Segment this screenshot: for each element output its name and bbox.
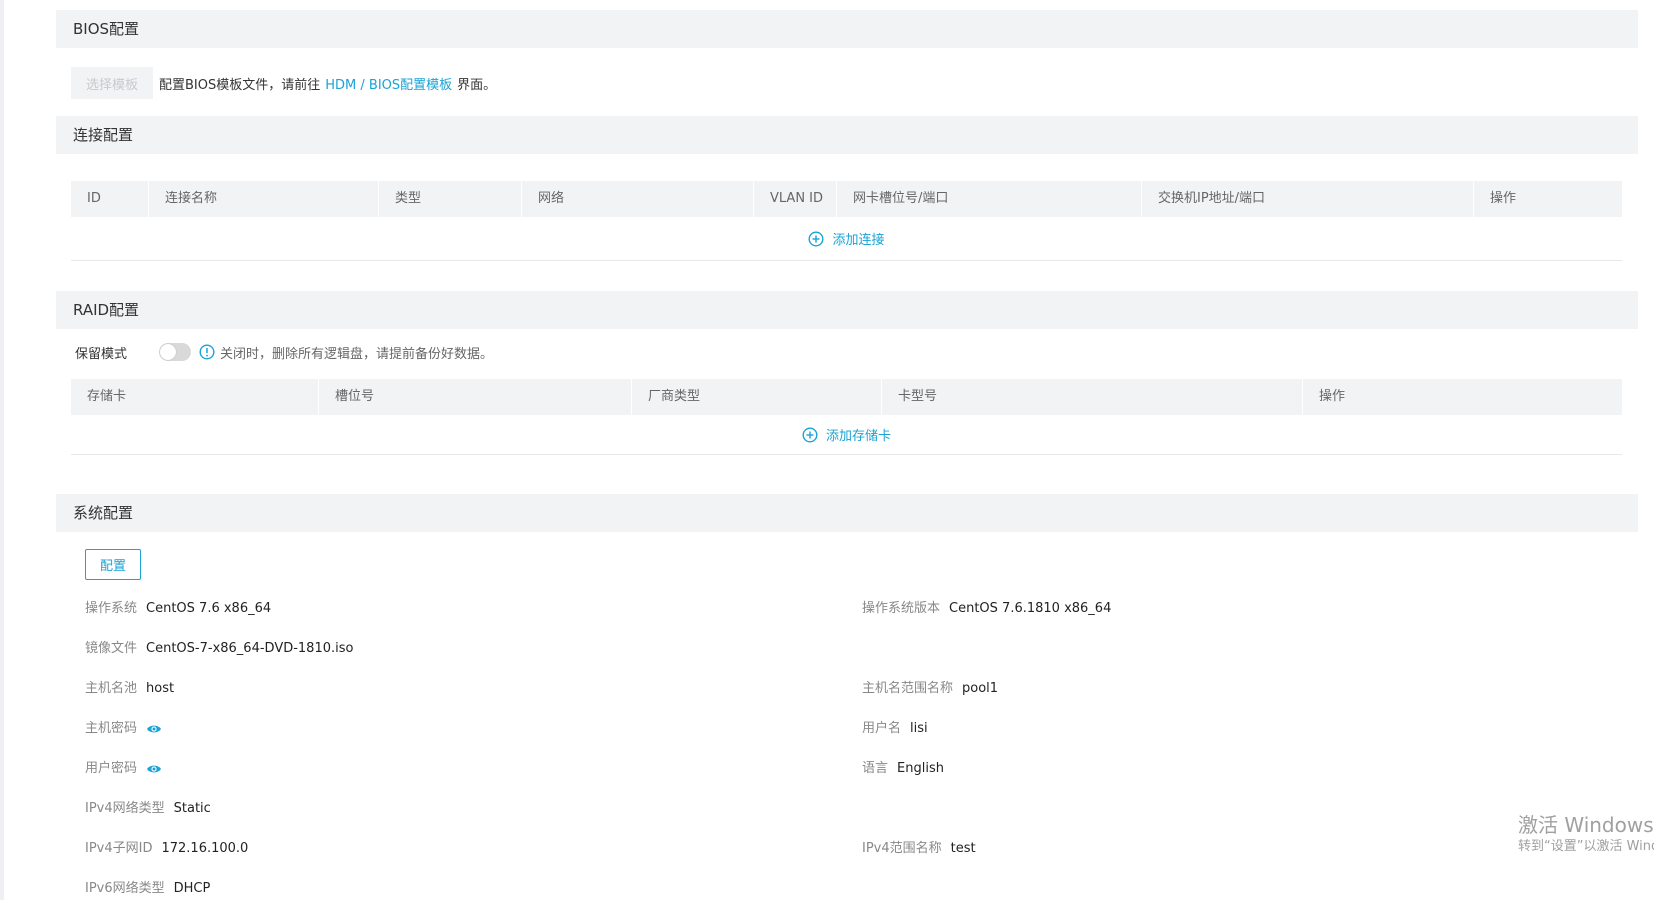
host-pool-field: 主机名池 host — [85, 679, 174, 699]
system-section-header: 系统配置 — [56, 494, 1638, 532]
language-field: 语言 English — [862, 759, 944, 779]
ipv4-subnet-value: 172.16.100.0 — [161, 841, 249, 856]
add-connection-button[interactable]: 添加连接 — [808, 229, 885, 248]
connection-col-switch: 交换机IP地址/端口 — [1142, 181, 1474, 217]
bios-section-title: BIOS配置 — [73, 20, 140, 38]
add-storage-card-label: 添加存储卡 — [825, 429, 891, 444]
retain-mode-label: 保留模式 — [75, 346, 128, 362]
connection-col-action: 操作 — [1490, 191, 1517, 206]
ipv4-range-value: test — [950, 841, 976, 856]
left-rail — [0, 0, 4, 900]
image-label: 镜像文件 — [85, 641, 138, 656]
retain-mode-hint: 关闭时，删除所有逻辑盘，请提前备份好数据。 — [220, 346, 494, 362]
system-section-title: 系统配置 — [73, 504, 134, 522]
bios-text-after: 界面。 — [457, 77, 497, 93]
ipv4-type-value: Static — [173, 801, 211, 816]
add-storage-card-button[interactable]: 添加存储卡 — [802, 425, 891, 444]
info-icon — [199, 344, 215, 360]
bios-section-header: BIOS配置 — [56, 10, 1638, 48]
config-button[interactable]: 配置 — [85, 549, 141, 580]
add-connection-label: 添加连接 — [832, 233, 885, 248]
language-value: English — [897, 761, 944, 776]
user-password-field: 用户密码 — [85, 759, 162, 779]
bios-text-before: 配置BIOS模板文件，请前往 — [159, 77, 321, 93]
connection-col-name: 连接名称 — [149, 181, 379, 217]
plus-circle-icon — [802, 426, 818, 443]
connection-table-header: ID 连接名称 类型 网络 VLAN ID 网卡槽位号/端口 交换机IP地址/端… — [71, 181, 1622, 217]
raid-section-header: RAID配置 — [56, 291, 1638, 329]
raid-section-title: RAID配置 — [73, 301, 140, 319]
os-version-label: 操作系统版本 — [862, 601, 941, 616]
connection-col-nic: 网卡槽位号/端口 — [837, 181, 1142, 217]
windows-activation-watermark: 激活 Windows 转到“设置”以激活 Windows。 — [1518, 812, 1654, 856]
username-label: 用户名 — [862, 721, 902, 736]
connection-section-title: 连接配置 — [73, 126, 134, 144]
connection-col-vlan: VLAN ID — [754, 181, 837, 217]
page: BIOS配置 选择模板 配置BIOS模板文件，请前往 HDM / BIOS配置模… — [0, 0, 1654, 900]
watermark-line2: 转到“设置”以激活 Windows。 — [1518, 839, 1654, 854]
raid-table-body: 添加存储卡 — [71, 415, 1622, 455]
connection-section-header: 连接配置 — [56, 116, 1638, 154]
ipv6-type-value: DHCP — [173, 881, 211, 896]
ipv6-type-label: IPv6网络类型 — [85, 881, 165, 896]
username-field: 用户名 lisi — [862, 719, 928, 739]
ipv6-type-field: IPv6网络类型 DHCP — [85, 879, 210, 899]
language-label: 语言 — [862, 761, 889, 776]
host-pool-value: host — [146, 681, 175, 696]
host-password-field: 主机密码 — [85, 719, 162, 739]
os-field: 操作系统 CentOS 7.6 x86_64 — [85, 599, 271, 619]
ipv4-range-field: IPv4范围名称 test — [862, 839, 976, 859]
raid-col-action: 操作 — [1319, 389, 1346, 404]
os-value: CentOS 7.6 x86_64 — [146, 601, 272, 616]
connection-table: ID 连接名称 类型 网络 VLAN ID 网卡槽位号/端口 交换机IP地址/端… — [71, 181, 1622, 261]
ipv4-type-label: IPv4网络类型 — [85, 801, 165, 816]
retain-mode-toggle[interactable] — [159, 343, 192, 361]
ipv4-range-label: IPv4范围名称 — [862, 841, 942, 856]
connection-col-id: ID — [71, 181, 149, 217]
toggle-knob — [160, 344, 177, 360]
raid-col-slot: 槽位号 — [319, 379, 632, 415]
raid-col-vendor: 厂商类型 — [632, 379, 882, 415]
host-range-value: pool1 — [962, 681, 999, 696]
ipv4-type-field: IPv4网络类型 Static — [85, 799, 211, 819]
username-value: lisi — [910, 721, 928, 736]
bios-template-link[interactable]: HDM / BIOS配置模板 — [325, 74, 452, 93]
image-value: CentOS-7-x86_64-DVD-1810.iso — [146, 641, 354, 656]
watermark-line1: 激活 Windows — [1518, 813, 1654, 837]
raid-col-model: 卡型号 — [882, 379, 1303, 415]
os-label: 操作系统 — [85, 601, 138, 616]
eye-icon[interactable] — [146, 763, 162, 775]
connection-table-body: 添加连接 — [71, 217, 1622, 261]
raid-table: 存储卡 槽位号 厂商类型 卡型号 操作 添加存储卡 — [71, 379, 1622, 455]
bios-row: 选择模板 配置BIOS模板文件，请前往 HDM / BIOS配置模板 界面。 — [71, 67, 496, 99]
user-password-label: 用户密码 — [85, 761, 138, 776]
os-version-value: CentOS 7.6.1810 x86_64 — [949, 601, 1112, 616]
retain-mode-row: 保留模式 关闭时，删除所有逻辑盘，请提前备份好数据。 — [75, 340, 493, 364]
host-password-label: 主机密码 — [85, 721, 138, 736]
host-range-field: 主机名范围名称 pool1 — [862, 679, 998, 699]
image-field: 镜像文件 CentOS-7-x86_64-DVD-1810.iso — [85, 639, 353, 659]
raid-col-storage-card: 存储卡 — [71, 379, 319, 415]
select-template-button[interactable]: 选择模板 — [71, 67, 153, 99]
host-range-label: 主机名范围名称 — [862, 681, 954, 696]
ipv4-subnet-field: IPv4子网ID 172.16.100.0 — [85, 839, 248, 859]
host-pool-label: 主机名池 — [85, 681, 138, 696]
plus-circle-icon — [808, 230, 824, 247]
connection-col-network: 网络 — [522, 181, 754, 217]
connection-col-type: 类型 — [379, 181, 522, 217]
ipv4-subnet-label: IPv4子网ID — [85, 841, 153, 856]
os-version-field: 操作系统版本 CentOS 7.6.1810 x86_64 — [862, 599, 1111, 619]
raid-table-header: 存储卡 槽位号 厂商类型 卡型号 操作 — [71, 379, 1622, 415]
eye-icon[interactable] — [146, 723, 162, 735]
